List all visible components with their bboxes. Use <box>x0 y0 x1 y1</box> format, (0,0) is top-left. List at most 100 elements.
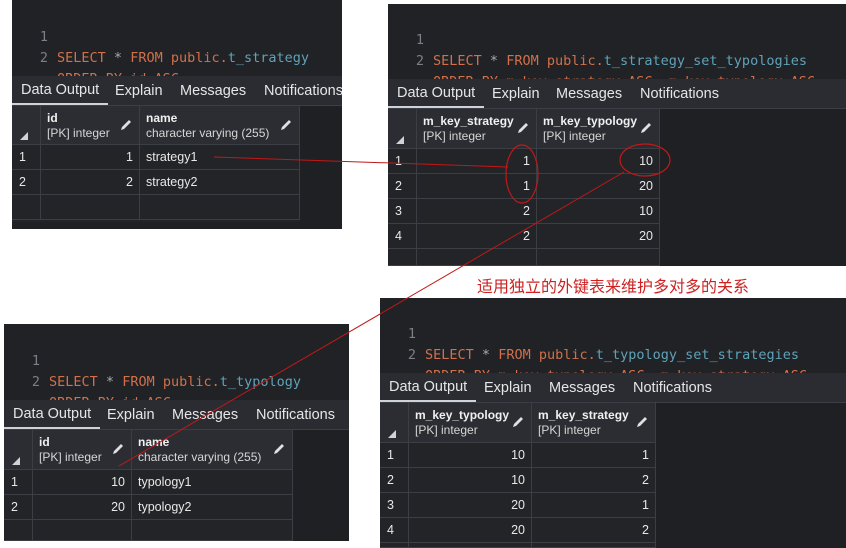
tab-explain[interactable]: Explain <box>115 76 163 105</box>
edit-pencil-icon[interactable] <box>111 442 125 456</box>
sql-editor[interactable]: 1 SELECT * FROM public.t_typology_set_st… <box>380 298 846 384</box>
result-tabs: Data Output Explain Messages Notificatio… <box>388 79 846 109</box>
line-number: 2 <box>39 50 48 66</box>
tab-messages[interactable]: Messages <box>549 373 615 402</box>
edit-pencil-icon[interactable] <box>516 121 530 135</box>
row-number[interactable]: 4 <box>388 224 417 249</box>
column-header-id[interactable]: id [PK] integer <box>33 430 132 470</box>
tab-messages[interactable]: Messages <box>180 76 246 105</box>
tab-messages[interactable]: Messages <box>556 79 622 108</box>
column-header-m-key-typology[interactable]: m_key_typology [PK] integer <box>537 109 660 149</box>
empty-row <box>409 543 532 548</box>
annotation-text: 适用独立的外键表来维护多对多的关系 <box>477 279 750 296</box>
line-number: 2 <box>31 374 40 390</box>
table-cell[interactable]: 1 <box>417 149 537 174</box>
sort-corner-icon <box>20 132 28 140</box>
sort-corner-icon <box>12 457 20 465</box>
table-cell[interactable]: 2 <box>532 468 656 493</box>
result-grid: m_key_strategy [PK] integer m_key_typolo… <box>388 109 660 266</box>
edit-pencil-icon[interactable] <box>639 121 653 135</box>
result-grid: id [PK] integer name character varying (… <box>4 430 293 541</box>
tab-notifications[interactable]: Notifications <box>256 400 335 429</box>
table-cell[interactable]: 2 <box>41 170 140 195</box>
row-number[interactable]: 1 <box>380 443 409 468</box>
row-number[interactable]: 3 <box>388 199 417 224</box>
table-cell[interactable]: 1 <box>417 174 537 199</box>
tab-data-output[interactable]: Data Output <box>388 79 485 108</box>
tab-notifications[interactable]: Notifications <box>264 76 342 105</box>
table-cell[interactable]: 20 <box>409 493 532 518</box>
tab-notifications[interactable]: Notifications <box>633 373 712 402</box>
query-panel-strategy: 1 SELECT * FROM public.t_strategy 2 ORDE… <box>12 0 342 229</box>
empty-row <box>12 195 41 220</box>
row-number[interactable]: 2 <box>388 174 417 199</box>
tab-explain[interactable]: Explain <box>484 373 532 402</box>
row-number[interactable]: 2 <box>4 495 33 520</box>
column-header-m-key-strategy[interactable]: m_key_strategy [PK] integer <box>417 109 537 149</box>
table-cell[interactable]: 1 <box>41 145 140 170</box>
table-cell[interactable]: 20 <box>537 174 660 199</box>
result-grid: m_key_typology [PK] integer m_key_strate… <box>380 403 656 548</box>
table-cell[interactable]: 1 <box>532 493 656 518</box>
empty-row <box>132 520 293 541</box>
table-cell[interactable]: 1 <box>532 443 656 468</box>
column-header-name[interactable]: name character varying (255) <box>132 430 293 470</box>
table-cell[interactable]: 10 <box>537 199 660 224</box>
table-cell[interactable]: 2 <box>532 518 656 543</box>
row-number[interactable]: 3 <box>380 493 409 518</box>
table-cell[interactable]: typology2 <box>132 495 293 520</box>
table-cell[interactable]: strategy2 <box>140 170 300 195</box>
sql-editor[interactable]: 1 SELECT * FROM public.t_typology 2 ORDE… <box>4 324 349 411</box>
edit-pencil-icon[interactable] <box>272 442 286 456</box>
tab-messages[interactable]: Messages <box>172 400 238 429</box>
table-cell[interactable]: 10 <box>537 149 660 174</box>
tab-explain[interactable]: Explain <box>107 400 155 429</box>
column-header-id[interactable]: id [PK] integer <box>41 106 140 145</box>
result-tabs: Data Output Explain Messages Notificatio… <box>380 373 846 403</box>
table-cell[interactable]: 20 <box>537 224 660 249</box>
table-cell[interactable]: typology1 <box>132 470 293 495</box>
tab-explain[interactable]: Explain <box>492 79 540 108</box>
result-tabs: Data Output Explain Messages Notificatio… <box>12 76 342 106</box>
row-number[interactable]: 2 <box>380 468 409 493</box>
row-number[interactable]: 1 <box>4 470 33 495</box>
column-header-name[interactable]: name character varying (255) <box>140 106 300 145</box>
table-cell[interactable]: 10 <box>409 468 532 493</box>
table-cell[interactable]: 2 <box>417 224 537 249</box>
query-panel-strategy-set-typologies: 1 SELECT * FROM public.t_strategy_set_ty… <box>388 4 846 266</box>
table-cell[interactable]: 20 <box>33 495 132 520</box>
row-number[interactable]: 1 <box>12 145 41 170</box>
empty-row <box>33 520 132 541</box>
row-header-corner[interactable] <box>388 109 417 149</box>
table-cell[interactable]: 20 <box>409 518 532 543</box>
edit-pencil-icon[interactable] <box>511 415 525 429</box>
line-number: 2 <box>415 53 424 69</box>
table-cell[interactable]: 2 <box>417 199 537 224</box>
table-cell[interactable]: 10 <box>33 470 132 495</box>
empty-row <box>532 543 656 548</box>
tab-notifications[interactable]: Notifications <box>640 79 719 108</box>
empty-row <box>537 249 660 266</box>
empty-row <box>380 543 409 548</box>
sql-editor[interactable]: 1 SELECT * FROM public.t_strategy 2 ORDE… <box>12 0 342 87</box>
row-header-corner[interactable] <box>4 430 33 470</box>
row-number[interactable]: 1 <box>388 149 417 174</box>
row-number[interactable]: 4 <box>380 518 409 543</box>
row-number[interactable]: 2 <box>12 170 41 195</box>
table-cell[interactable]: strategy1 <box>140 145 300 170</box>
sort-corner-icon <box>396 136 404 144</box>
tab-data-output[interactable]: Data Output <box>380 373 477 402</box>
edit-pencil-icon[interactable] <box>119 118 133 132</box>
column-header-m-key-strategy[interactable]: m_key_strategy [PK] integer <box>532 403 656 443</box>
sql-editor[interactable]: 1 SELECT * FROM public.t_strategy_set_ty… <box>388 4 846 90</box>
edit-pencil-icon[interactable] <box>279 118 293 132</box>
table-cell[interactable]: 10 <box>409 443 532 468</box>
column-header-m-key-typology[interactable]: m_key_typology [PK] integer <box>409 403 532 443</box>
edit-pencil-icon[interactable] <box>635 415 649 429</box>
tab-data-output[interactable]: Data Output <box>12 76 109 105</box>
row-header-corner[interactable] <box>12 106 41 145</box>
empty-row <box>4 520 33 541</box>
row-header-corner[interactable] <box>380 403 409 443</box>
empty-row <box>41 195 140 220</box>
tab-data-output[interactable]: Data Output <box>4 400 101 429</box>
